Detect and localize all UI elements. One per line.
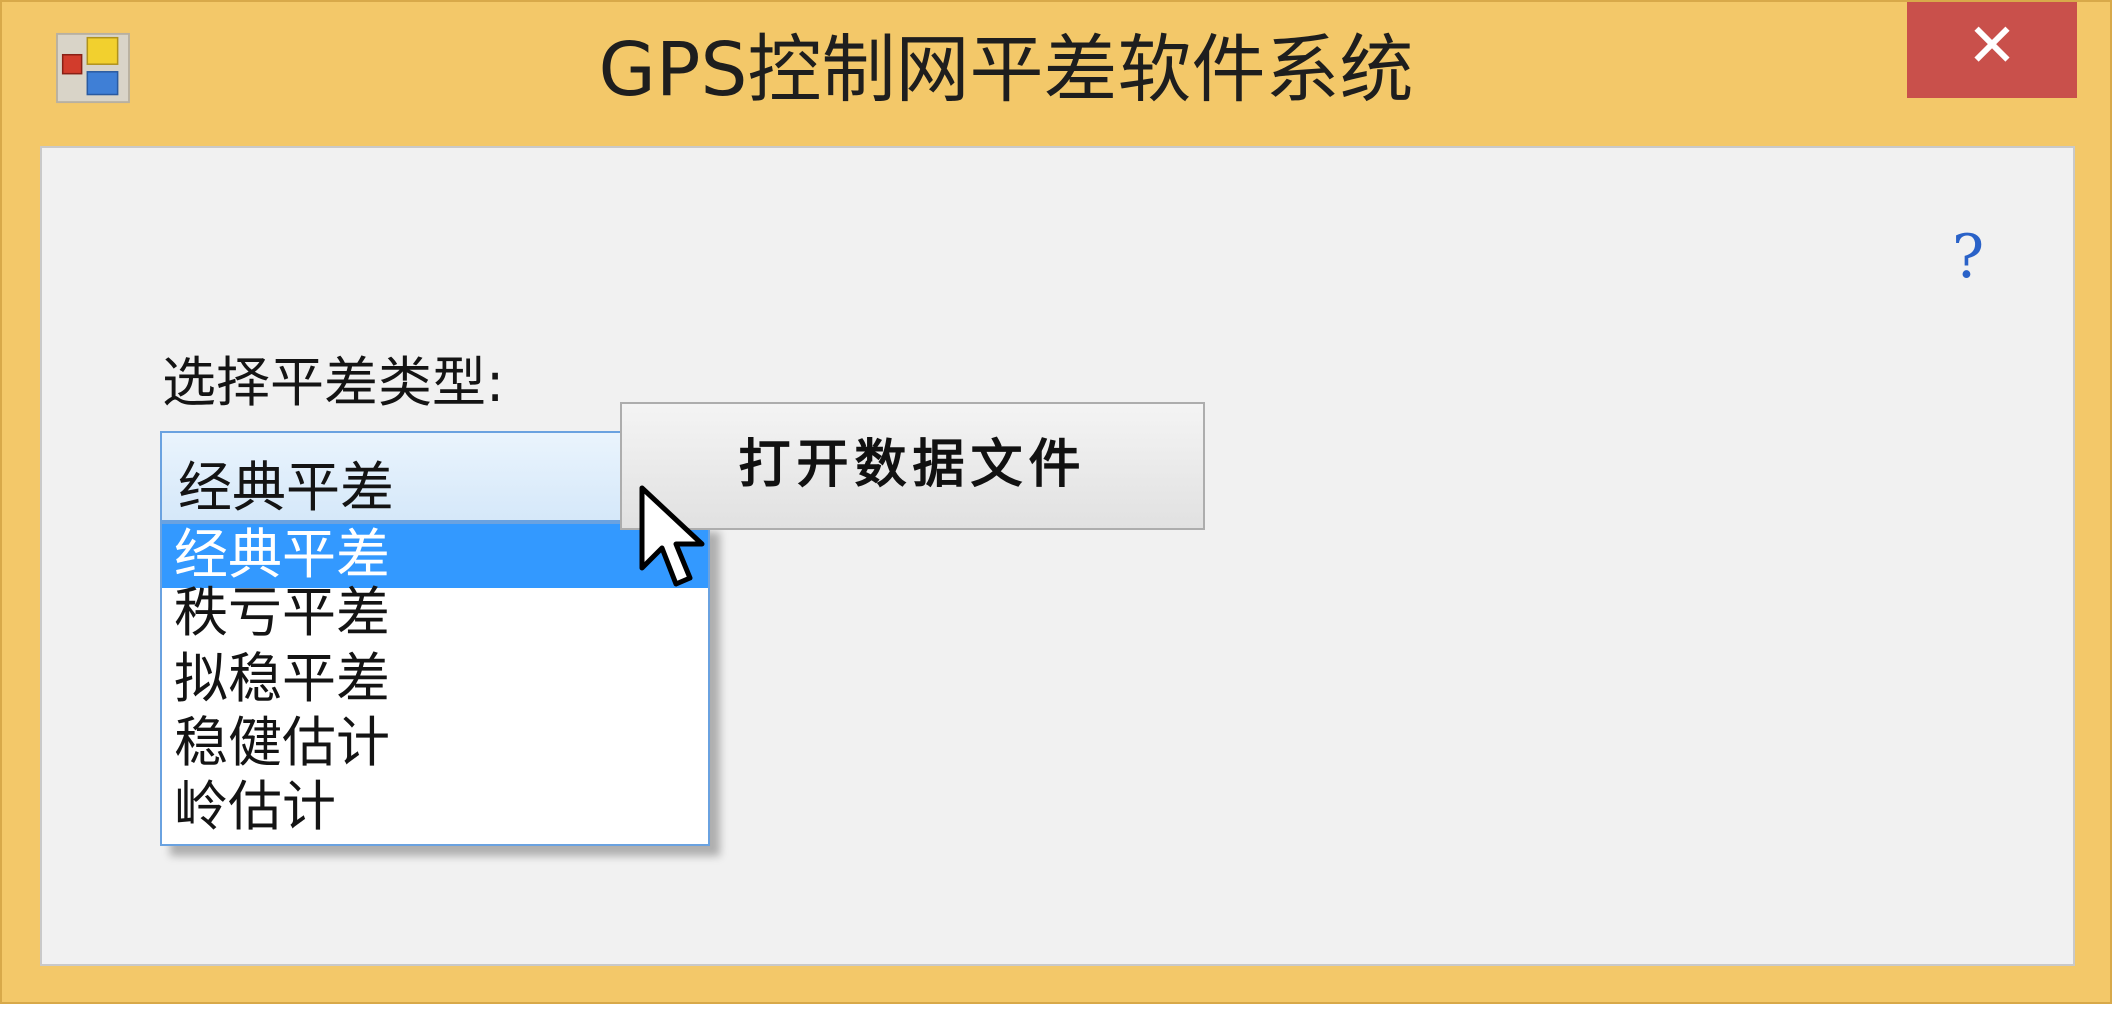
mouse-cursor-icon: [639, 485, 705, 587]
window-title: GPS控制网平差软件系统: [598, 27, 1414, 113]
type-dropdown-list: 经典平差 秩亏平差 拟稳平差 稳健估计 岭估计: [160, 522, 710, 846]
client-area: ? 选择平差类型: 经典平差 经典平差 秩亏平差 拟稳平差 稳健估计 岭估计 打…: [40, 146, 2075, 966]
dropdown-option[interactable]: 稳健估计: [162, 712, 708, 776]
dropdown-option[interactable]: 拟稳平差: [162, 648, 708, 712]
title-bar[interactable]: GPS控制网平差软件系统 ✕: [2, 2, 2110, 142]
combo-selected-value: 经典平差: [178, 456, 394, 519]
dropdown-option[interactable]: 岭估计: [162, 776, 708, 840]
help-icon[interactable]: ?: [1952, 222, 1984, 292]
main-window: GPS控制网平差软件系统 ✕ ? 选择平差类型: 经典平差 经典平差 秩亏平差 …: [0, 0, 2112, 1004]
type-label: 选择平差类型:: [162, 351, 505, 414]
dropdown-option[interactable]: 秩亏平差: [162, 582, 708, 646]
dropdown-option[interactable]: 经典平差: [162, 524, 708, 588]
close-button[interactable]: ✕: [1907, 2, 2077, 98]
close-icon: ✕: [1966, 11, 2018, 81]
